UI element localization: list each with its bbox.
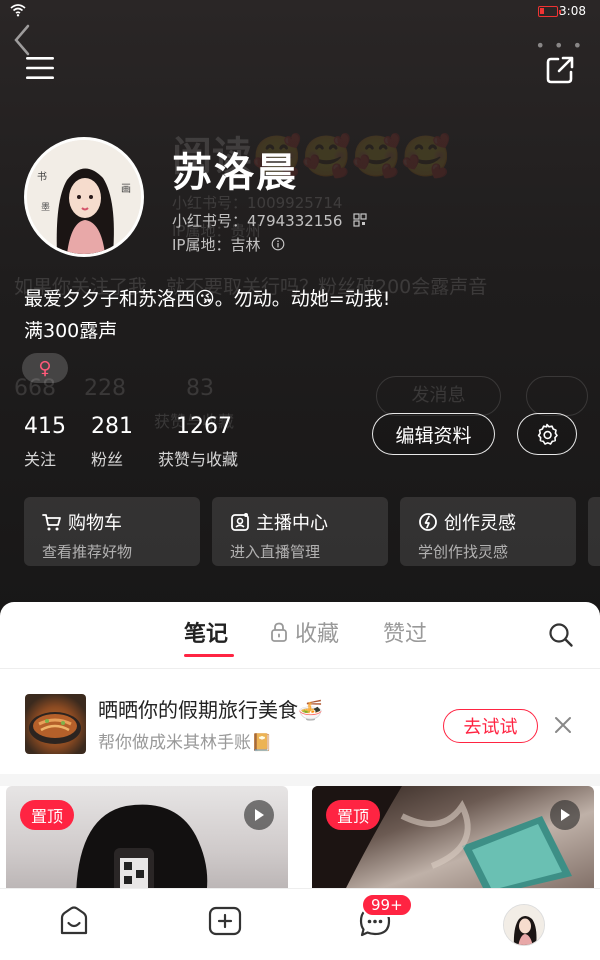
pinned-badge: 置顶 — [326, 800, 380, 830]
stat-value: 1267 — [176, 414, 232, 439]
shortcut-live-center[interactable]: 主播中心 进入直播管理 — [212, 497, 388, 566]
promo-subtitle: 帮你做成米其林手账📔 — [98, 733, 273, 753]
profile-id-text: 小红书号：4794332156 — [172, 212, 343, 230]
battery-icon — [538, 6, 561, 17]
svg-text:书: 书 — [37, 171, 47, 183]
stat-label: 获赞与收藏 — [158, 450, 239, 469]
avatar-image: 书 画 墨 — [27, 140, 141, 254]
shortcut-title: 购物车 — [68, 513, 122, 534]
promo-banner[interactable]: 晒晒你的假期旅行美食🍜 帮你做成米其林手账📔 去试试 — [8, 676, 592, 774]
svg-text:画: 画 — [121, 184, 131, 195]
avatar[interactable]: 书 画 墨 — [24, 137, 144, 257]
gender-badge: ♀ — [22, 353, 68, 383]
bio-line: 满300露声 — [24, 320, 118, 342]
tab-label: 收藏 — [295, 622, 340, 647]
status-bar: 3:08 — [0, 0, 600, 26]
pinned-badge: 置顶 — [20, 800, 74, 830]
shortcut-cart[interactable]: 购物车 查看推荐好物 — [24, 497, 200, 566]
play-icon — [244, 800, 274, 830]
bulb-icon — [419, 513, 437, 531]
feed-background — [0, 774, 600, 786]
promo-title: 晒晒你的假期旅行美食🍜 — [98, 698, 323, 722]
home-icon[interactable] — [58, 905, 90, 937]
bio-line: 最爱夕夕子和苏洛西😘。勿动。动她=动我! — [24, 288, 391, 310]
profile-ip-location: IP属地：吉林 — [172, 234, 285, 255]
content-panel: 笔记 收藏 赞过 晒晒你的假期旅行美食🍜 帮你做成米其林手账📔 去试试 置顶 置… — [0, 602, 600, 892]
stat-label: 关注 — [24, 450, 57, 469]
avatar-image — [504, 905, 544, 945]
unread-count-badge: 99+ — [361, 893, 413, 917]
search-icon[interactable] — [548, 622, 574, 648]
divider — [0, 668, 600, 669]
stat-value: 415 — [24, 414, 66, 439]
svg-text:墨: 墨 — [41, 202, 50, 213]
profile-ip-text: IP属地：吉林 — [172, 236, 261, 254]
tab-collect[interactable]: 收藏 — [269, 616, 339, 648]
stat-following[interactable]: 415 关注 — [24, 414, 66, 470]
qrcode-icon[interactable] — [353, 213, 367, 227]
live-icon — [231, 513, 249, 531]
wifi-icon — [10, 4, 26, 17]
profile-nickname: 苏洛晨 — [172, 150, 298, 196]
background-button-shadow: 发消息 — [376, 376, 501, 416]
stat-followers[interactable]: 281 粉丝 — [91, 414, 133, 470]
share-icon[interactable] — [544, 54, 576, 86]
note-card[interactable]: 置顶 — [6, 786, 288, 892]
cart-icon — [42, 514, 61, 531]
info-icon[interactable] — [271, 237, 285, 251]
background-button-shadow — [526, 376, 588, 416]
promo-thumbnail — [25, 694, 86, 754]
shortcut-subtitle: 查看推荐好物 — [42, 543, 133, 561]
menu-icon[interactable] — [26, 56, 54, 80]
play-icon — [550, 800, 580, 830]
settings-button[interactable] — [517, 413, 577, 455]
close-icon[interactable] — [552, 714, 574, 736]
tab-notes[interactable]: 笔记 — [184, 616, 228, 648]
background-text: 发消息 — [411, 385, 466, 406]
shortcut-subtitle: 学创作找灵感 — [418, 543, 509, 561]
profile-id[interactable]: 小红书号：4794332156 — [172, 210, 367, 231]
stat-likes-collects[interactable]: 1267 获赞与收藏 — [158, 414, 238, 470]
more-icon[interactable]: • • • — [536, 36, 584, 55]
note-card[interactable]: 置顶 — [312, 786, 594, 892]
back-icon[interactable] — [6, 20, 36, 60]
profile-bio: 最爱夕夕子和苏洛西😘。勿动。动她=动我! 满300露声 — [24, 283, 564, 347]
background-text: 83 — [186, 376, 214, 401]
lock-icon — [271, 622, 287, 642]
tab-liked[interactable]: 赞过 — [383, 616, 427, 648]
bottom-navigation — [0, 888, 600, 960]
active-tab-indicator — [184, 654, 234, 657]
gear-icon — [537, 423, 558, 445]
profile-avatar-tab[interactable] — [503, 904, 545, 946]
food-image — [29, 712, 81, 744]
female-icon: ♀ — [38, 357, 52, 379]
try-button[interactable]: 去试试 — [443, 709, 538, 743]
background-text: 228 — [84, 376, 126, 401]
shortcut-more[interactable] — [588, 497, 600, 566]
edit-profile-button[interactable]: 编辑资料 — [372, 413, 495, 455]
shortcut-title: 创作灵感 — [444, 513, 516, 534]
shortcut-subtitle: 进入直播管理 — [230, 543, 321, 561]
stat-value: 281 — [91, 414, 133, 439]
stat-label: 粉丝 — [91, 450, 124, 469]
shortcut-inspiration[interactable]: 创作灵感 学创作找灵感 — [400, 497, 576, 566]
status-time: 3:08 — [559, 4, 586, 18]
shortcut-title: 主播中心 — [256, 513, 328, 534]
add-post-icon[interactable] — [208, 905, 242, 937]
